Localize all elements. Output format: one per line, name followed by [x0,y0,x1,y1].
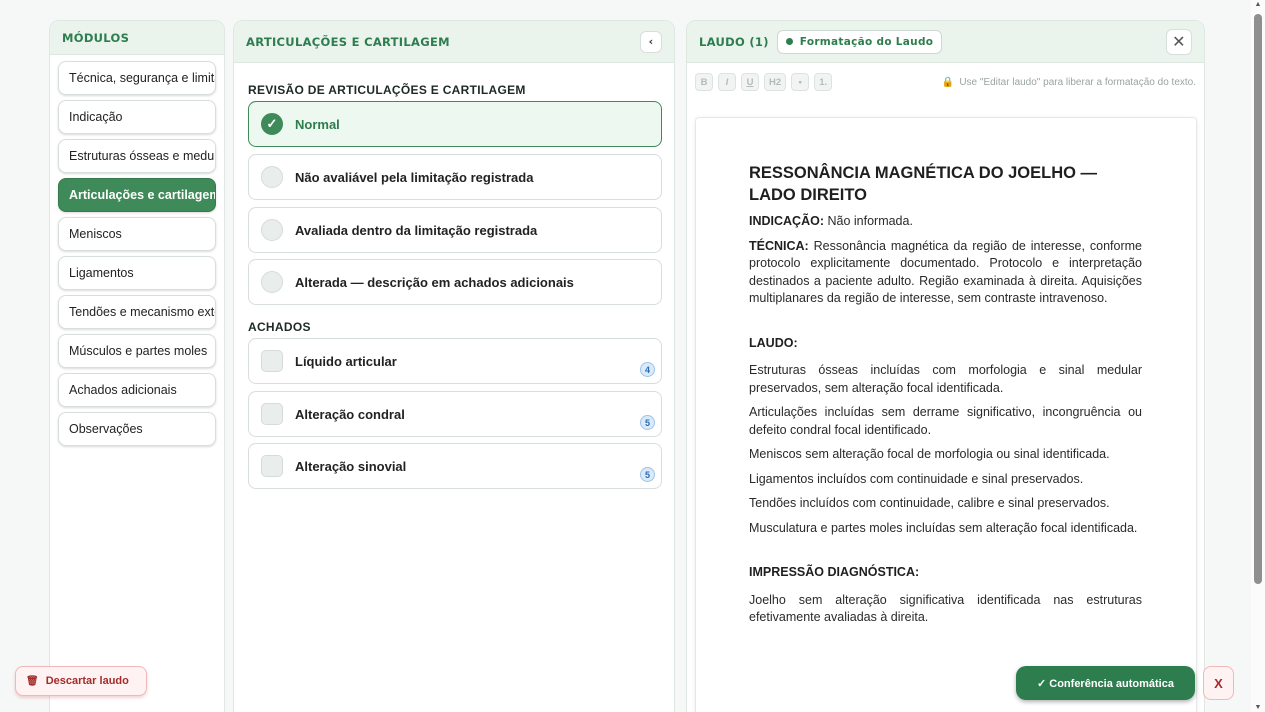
review-option-label: Não avaliável pela limitação registrada [295,169,534,185]
report-line: Articulações incluídas sem derrame signi… [749,405,1142,437]
finding-item[interactable]: Alteração condral 5 [248,391,662,437]
radio-icon [261,166,283,188]
indication-paragraph: INDICAÇÃO: Não informada. [749,213,1142,231]
discard-label: Descartar laudo [45,675,129,687]
close-icon[interactable]: ✕ [1166,28,1192,55]
status-dot-icon [785,38,793,45]
report-title: LAUDO (1) [699,34,769,49]
radio-icon [261,271,283,293]
finding-item[interactable]: Líquido articular 4 [248,338,662,384]
impression-heading: IMPRESSÃO DIAGNÓSTICA: [749,565,920,579]
report-line: Tendões incluídos com continuidade, cali… [749,496,1110,510]
technique-paragraph: TÉCNICA: Ressonância magnética da região… [749,238,1142,308]
section-panel: ARTICULAÇÕES E CARTILAGEM ‹ REVISÃO DE A… [233,20,675,712]
indication-value: Não informada. [824,214,913,228]
report-line: Musculatura e partes moles incluídas sem… [749,520,1138,535]
report-line: Ligamentos incluídos com continuidade e … [749,471,1084,486]
review-option[interactable]: Avaliada dentro da limitação registrada [248,207,662,253]
section-header: ARTICULAÇÕES E CARTILAGEM ‹ [234,21,674,63]
italic-button[interactable]: I [718,73,736,91]
review-option[interactable]: ✓ Normal [248,101,662,147]
module-item[interactable]: Tendões e mecanismo extensor [58,295,216,329]
format-report-label: Formatação do Laudo [799,35,934,48]
review-label: REVISÃO DE ARTICULAÇÕES E CARTILAGEM [248,83,526,97]
scroll-thumb[interactable] [1254,14,1262,584]
module-item[interactable]: Indicação [58,100,216,134]
module-item[interactable]: Observações [58,412,216,446]
technique-value: Ressonância magnética da região de inter… [749,238,1142,306]
count-badge: 5 [640,467,655,482]
format-report-chip[interactable]: Formatação do Laudo [776,29,943,54]
format-toolbar: B I U H2 • 1. 🔒 Use "Editar laudo" para … [695,67,1196,97]
review-option-label: Avaliada dentro da limitação registrada [295,222,538,238]
report-document: RESSONÂNCIA MAGNÉTICA DO JOELHO — LADO D… [695,117,1197,712]
report-line: Meniscos sem alteração focal de morfolog… [749,447,1110,461]
report-heading: RESSONÂNCIA MAGNÉTICA DO JOELHO — LADO D… [749,164,1098,204]
collapse-chevron-icon[interactable]: ‹ [640,30,662,53]
underline-button[interactable]: U [741,73,759,91]
radio-checked-icon: ✓ [261,113,283,135]
report-panel: LAUDO (1) Formatação do Laudo ✕ B I U H2… [686,20,1205,712]
finding-label: Alteração sinovial [295,458,407,474]
module-item[interactable]: Ligamentos [58,256,216,290]
bold-button[interactable]: B [695,73,713,91]
module-item[interactable]: Técnica, segurança e limitações [58,61,216,95]
review-option[interactable]: Alterada — descrição em achados adiciona… [248,259,662,305]
checkbox-icon [261,403,283,425]
module-item[interactable]: Articulações e cartilagem [58,178,216,212]
modules-panel: MÓDULOS Técnica, segurança e limitações I… [49,20,225,712]
findings-heading: LAUDO: [749,335,798,350]
section-title: ARTICULAÇÕES E CARTILAGEM [246,34,450,49]
page-scrollbar[interactable]: ▲ ▼ [1251,0,1265,712]
review-option-label: Normal [295,116,340,132]
trash-icon: 🗑 [26,675,39,687]
finding-label: Líquido articular [295,353,397,369]
finding-item[interactable]: Alteração sinovial 5 [248,443,662,489]
radio-icon [261,219,283,241]
review-option[interactable]: Não avaliável pela limitação registrada [248,154,662,200]
modules-list: Técnica, segurança e limitações Indicação… [50,55,224,446]
finding-label: Alteração condral [295,406,405,422]
dismiss-button[interactable]: X [1203,666,1234,700]
module-item[interactable]: Estruturas ósseas e medulares [58,139,216,173]
indication-key: INDICAÇÃO: [749,214,824,228]
module-item[interactable]: Meniscos [58,217,216,251]
lock-icon: 🔒 [941,76,955,88]
modules-title: MÓDULOS [50,21,224,55]
count-badge: 5 [640,415,655,430]
report-line: Estruturas ósseas incluídas com morfolog… [749,363,1142,395]
report-header: LAUDO (1) Formatação do Laudo ✕ [687,21,1204,63]
scroll-up-icon[interactable]: ▲ [1254,1,1262,8]
scroll-down-icon[interactable]: ▼ [1254,704,1262,711]
technique-key: TÉCNICA: [749,238,809,253]
numbered-list-button[interactable]: 1. [814,73,833,91]
heading2-button[interactable]: H2 [764,73,787,91]
checkbox-icon [261,350,283,372]
impression-text: Joelho sem alteração significativa ident… [749,592,1142,625]
module-item[interactable]: Músculos e partes moles [58,334,216,368]
review-option-label: Alterada — descrição em achados adiciona… [295,274,574,290]
module-item[interactable]: Achados adicionais [58,373,216,407]
discard-report-button[interactable]: 🗑 Descartar laudo [15,666,147,696]
count-badge: 4 [640,362,655,377]
edit-hint: 🔒 Use "Editar laudo" para liberar a form… [942,77,1196,88]
bullet-list-button[interactable]: • [791,73,810,91]
auto-check-button[interactable]: ✓ Conferência automática [1016,666,1195,700]
findings-text: Estruturas ósseas incluídas com morfolog… [749,362,1142,537]
checkbox-icon [261,455,283,477]
edit-hint-text: Use "Editar laudo" para liberar a format… [959,76,1196,88]
findings-label: ACHADOS [248,320,311,334]
